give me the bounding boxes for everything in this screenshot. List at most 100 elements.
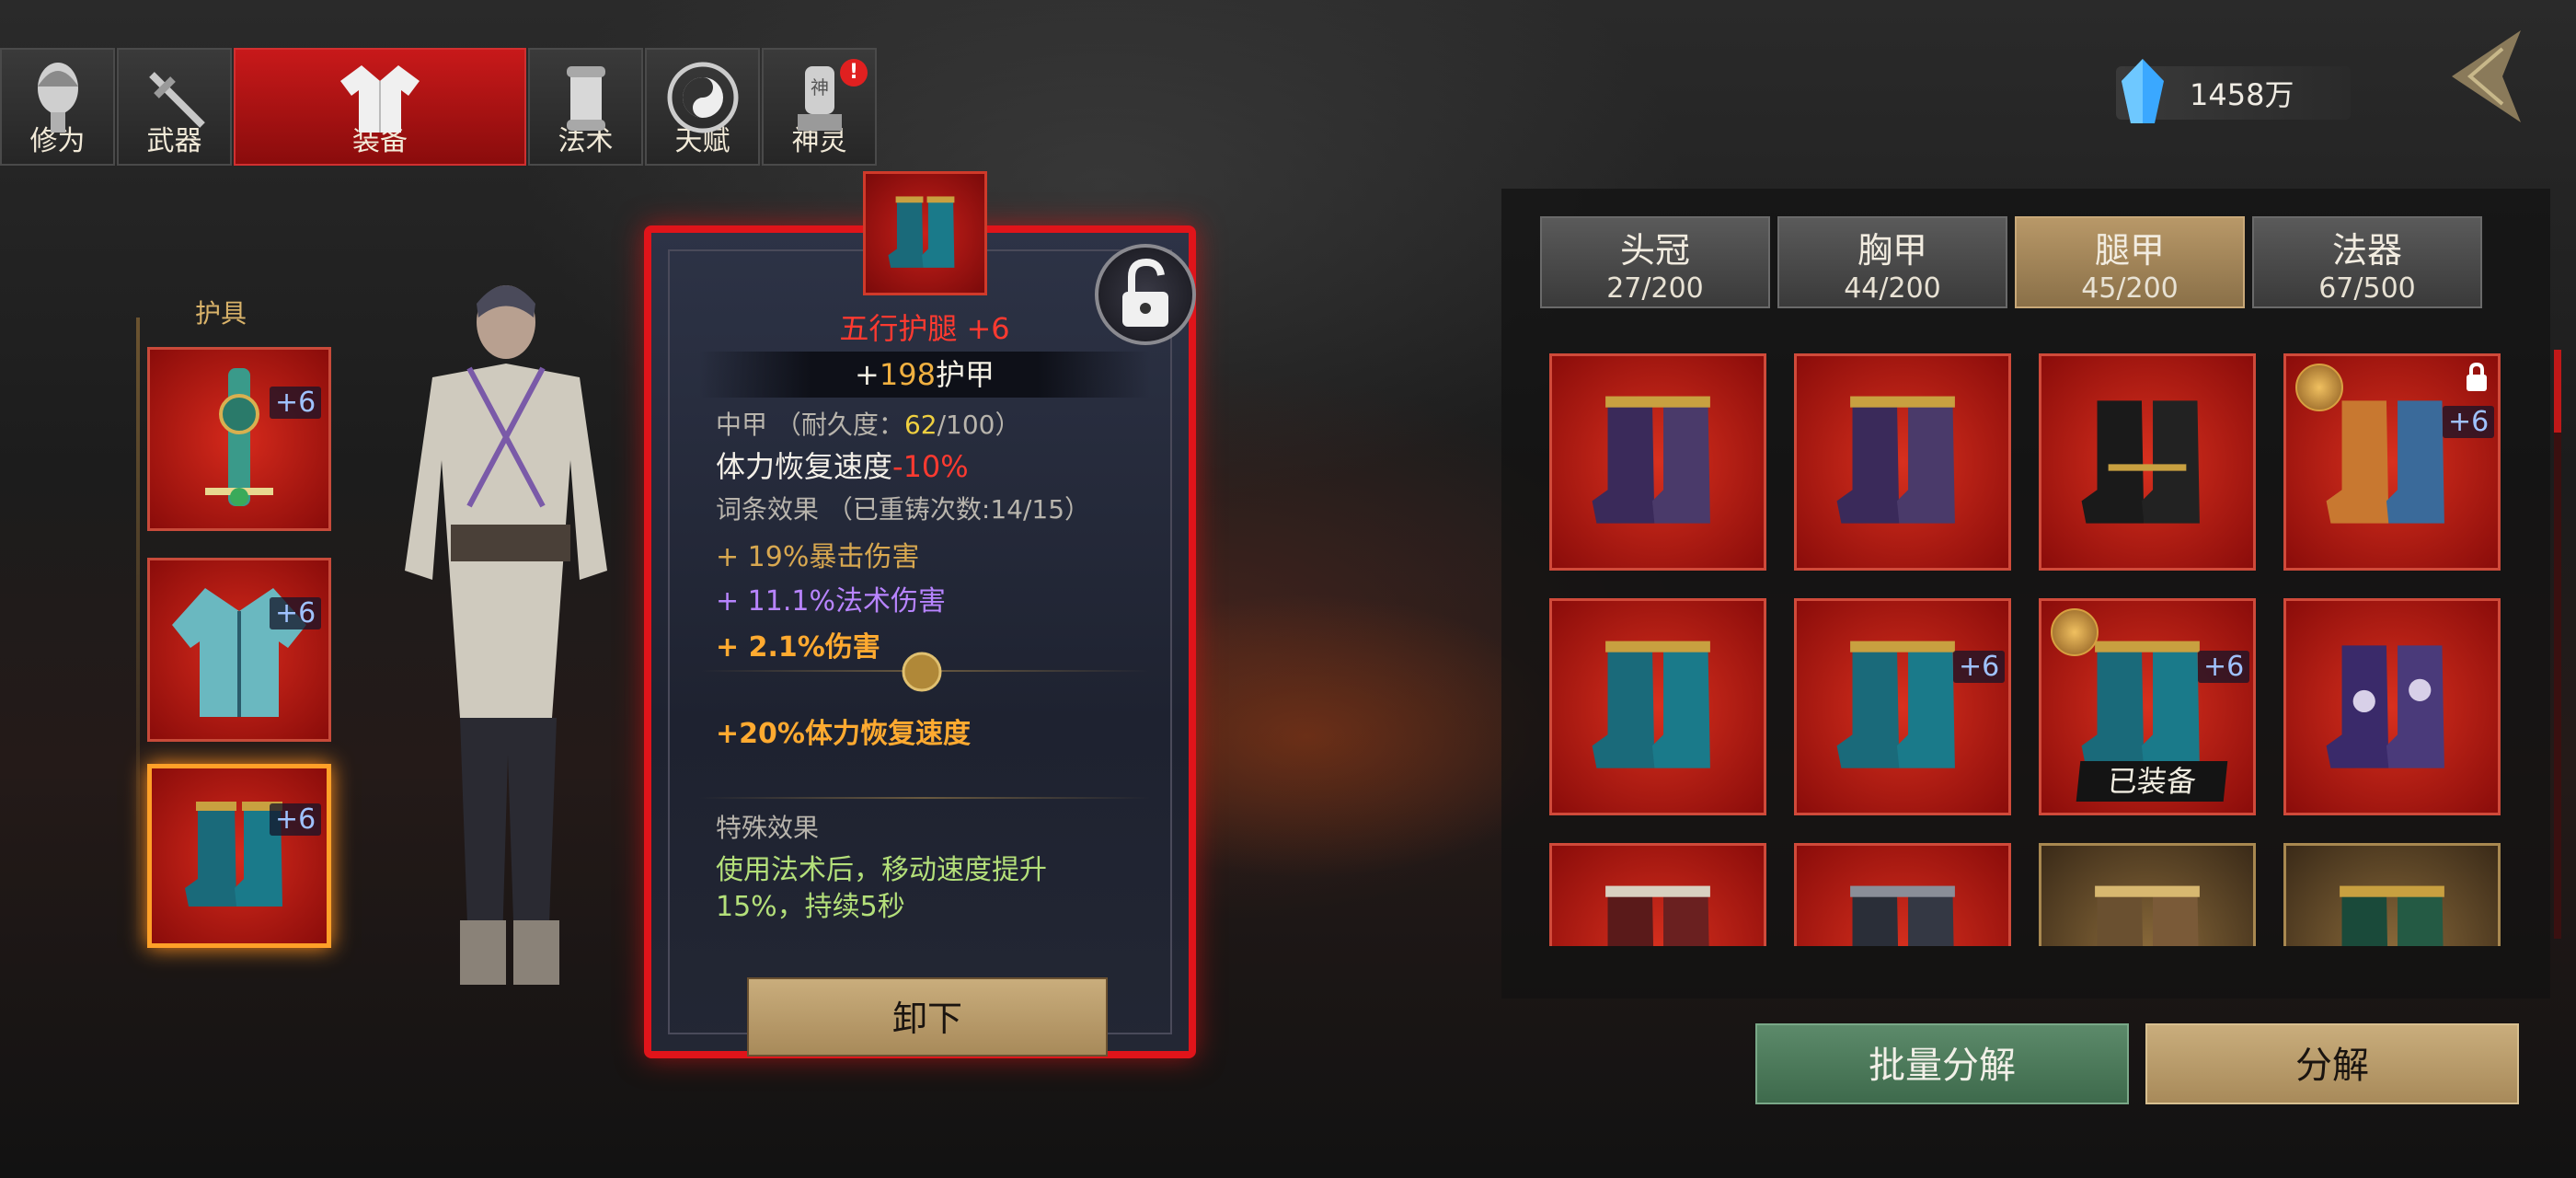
dark-boots-icon xyxy=(1850,885,1955,946)
main-stat-prefix: + xyxy=(855,357,880,392)
durability-label: （耐久度： xyxy=(775,410,904,440)
inventory-item-equipped[interactable]: +6 已装备 xyxy=(2039,598,2256,815)
main-stat-suffix: 护甲 xyxy=(935,357,995,392)
robe-armor-icon xyxy=(172,588,306,717)
unequip-button[interactable]: 卸下 xyxy=(747,977,1108,1057)
tab-equipment[interactable]: 装备 xyxy=(234,48,526,166)
set-bonus: +20%体力恢复速度 xyxy=(716,718,971,750)
face-icon xyxy=(37,63,78,133)
inventory-item[interactable]: +6 xyxy=(1794,598,2011,815)
disassemble-button[interactable]: 分解 xyxy=(2145,1023,2519,1104)
durability-line: 中甲 （耐久度：62/100） xyxy=(716,405,1020,442)
lock-icon xyxy=(2467,362,2487,391)
inventory-item[interactable] xyxy=(1794,843,2011,946)
black-gold-boots-icon xyxy=(2081,400,2200,524)
inventory-scrollbar[interactable] xyxy=(2554,350,2561,939)
inventory-item[interactable] xyxy=(1794,353,2011,571)
affix-header: 词条效果 （已重铸次数:14/15） xyxy=(716,490,1090,526)
penalty-line: 体力恢复速度-10% xyxy=(716,444,969,486)
tab-weapon[interactable]: 武器 xyxy=(117,48,232,166)
bagua-icon xyxy=(667,62,738,133)
affix-title: 词条效果 xyxy=(716,494,820,525)
category-count: 27/200 xyxy=(1606,272,1704,305)
notification-badge: ! xyxy=(840,59,868,87)
affix-spell-damage: + 11.1%法术伤害 xyxy=(716,578,946,618)
category-tab-legs[interactable]: 腿甲 45/200 xyxy=(2015,216,2245,308)
back-arrow-icon xyxy=(2452,30,2521,122)
affix-crit-damage: + 19%暴击伤害 xyxy=(716,534,919,574)
armor-column-label: 护具 xyxy=(194,298,247,329)
equipped-tag: 已装备 xyxy=(2076,761,2228,802)
affix-value: + 11.1% xyxy=(716,585,835,618)
inventory-item[interactable] xyxy=(1549,353,1766,571)
category-count: 44/200 xyxy=(1844,272,1941,305)
batch-disassemble-button[interactable]: 批量分解 xyxy=(1755,1023,2129,1104)
scroll-icon xyxy=(566,66,605,131)
svg-text:神: 神 xyxy=(811,76,829,98)
character-model xyxy=(405,285,607,985)
penalty-text: 体力恢复速度 xyxy=(716,449,893,484)
divider xyxy=(699,797,1150,799)
affix-damage: + 2.1%伤害 xyxy=(716,631,880,664)
top-tab-bar: 修为 武器 装备 法术 天赋 神 ! 神灵 xyxy=(0,48,885,166)
affix-count: （已重铸次数:14/15） xyxy=(826,494,1091,525)
main-stat: +198护甲 xyxy=(699,352,1150,398)
back-button[interactable] xyxy=(2438,26,2530,127)
teal-boots-icon xyxy=(1592,641,1710,768)
item-name: 五行护腿 +6 xyxy=(839,311,1010,346)
purple-boots-icon xyxy=(1836,396,1955,524)
green-boots-icon xyxy=(2340,885,2444,946)
inventory-item[interactable]: +6 xyxy=(2283,353,2501,571)
enhance-level: +6 xyxy=(270,803,322,836)
inventory-item[interactable] xyxy=(2039,843,2256,946)
tab-cultivation[interactable]: 修为 xyxy=(0,48,115,166)
category-count: 45/200 xyxy=(2081,272,2179,305)
purple-boots-icon xyxy=(1592,396,1710,524)
enhance-level: +6 xyxy=(2198,651,2250,683)
affix-text: 暴击伤害 xyxy=(809,541,920,573)
enhance-level: +6 xyxy=(2443,406,2495,438)
armor-slot-amulet[interactable]: +6 xyxy=(147,347,331,531)
affix-text: 法术伤害 xyxy=(834,585,946,618)
category-tab-artifact[interactable]: 法器 67/500 xyxy=(2252,216,2482,308)
main-stat-value: 198 xyxy=(879,357,936,392)
inventory-item[interactable] xyxy=(2283,843,2501,946)
category-name: 法器 xyxy=(2331,230,2402,271)
boots-icon xyxy=(888,196,955,268)
currency-display: 1458万 xyxy=(2116,59,2351,123)
scrollbar-thumb[interactable] xyxy=(2554,350,2561,433)
tab-deity[interactable]: 神 ! 神灵 xyxy=(762,48,877,166)
purple-embroidered-boots-icon xyxy=(2326,645,2444,768)
armor-type: 中甲 xyxy=(716,410,768,440)
special-effect-line1: 使用法术后，移动速度提升 xyxy=(716,854,1047,886)
armor-slot-legs[interactable]: +6 xyxy=(147,764,331,948)
armor-column-line xyxy=(136,318,140,962)
special-effect-line2: 15%，持续5秒 xyxy=(716,891,905,923)
inventory-item[interactable] xyxy=(2283,598,2501,815)
armor-slot-chest[interactable]: +6 xyxy=(147,558,331,742)
durability-max: /100） xyxy=(937,410,1021,440)
gold-boots-icon xyxy=(2095,885,2200,946)
category-tab-helmet[interactable]: 头冠 27/200 xyxy=(1540,216,1770,308)
blue-crystal-icon xyxy=(2122,59,2164,123)
category-name: 胸甲 xyxy=(1857,230,1927,271)
enhance-level: +6 xyxy=(1953,651,2006,683)
currency-value: 1458万 xyxy=(2190,77,2294,112)
inventory-item[interactable] xyxy=(1549,598,1766,815)
sword-icon xyxy=(148,72,205,128)
coin-emblem-icon xyxy=(902,652,942,692)
category-name: 腿甲 xyxy=(2094,230,2165,271)
tab-talent[interactable]: 天赋 xyxy=(645,48,760,166)
shrine-icon: 神 xyxy=(797,66,842,131)
tab-spells[interactable]: 法术 xyxy=(528,48,643,166)
inventory-item[interactable] xyxy=(2039,353,2256,571)
coin-emblem-icon xyxy=(2051,608,2099,656)
category-tab-chest[interactable]: 胸甲 44/200 xyxy=(1777,216,2007,308)
category-name: 头冠 xyxy=(1619,230,1690,271)
inventory-item[interactable] xyxy=(1549,843,1766,946)
teal-boots-icon xyxy=(1836,641,1955,768)
penalty-value: -10% xyxy=(892,449,969,484)
coin-emblem-icon xyxy=(2295,364,2343,411)
affix-value: + 19% xyxy=(716,541,810,573)
enhance-level: +6 xyxy=(270,387,322,419)
